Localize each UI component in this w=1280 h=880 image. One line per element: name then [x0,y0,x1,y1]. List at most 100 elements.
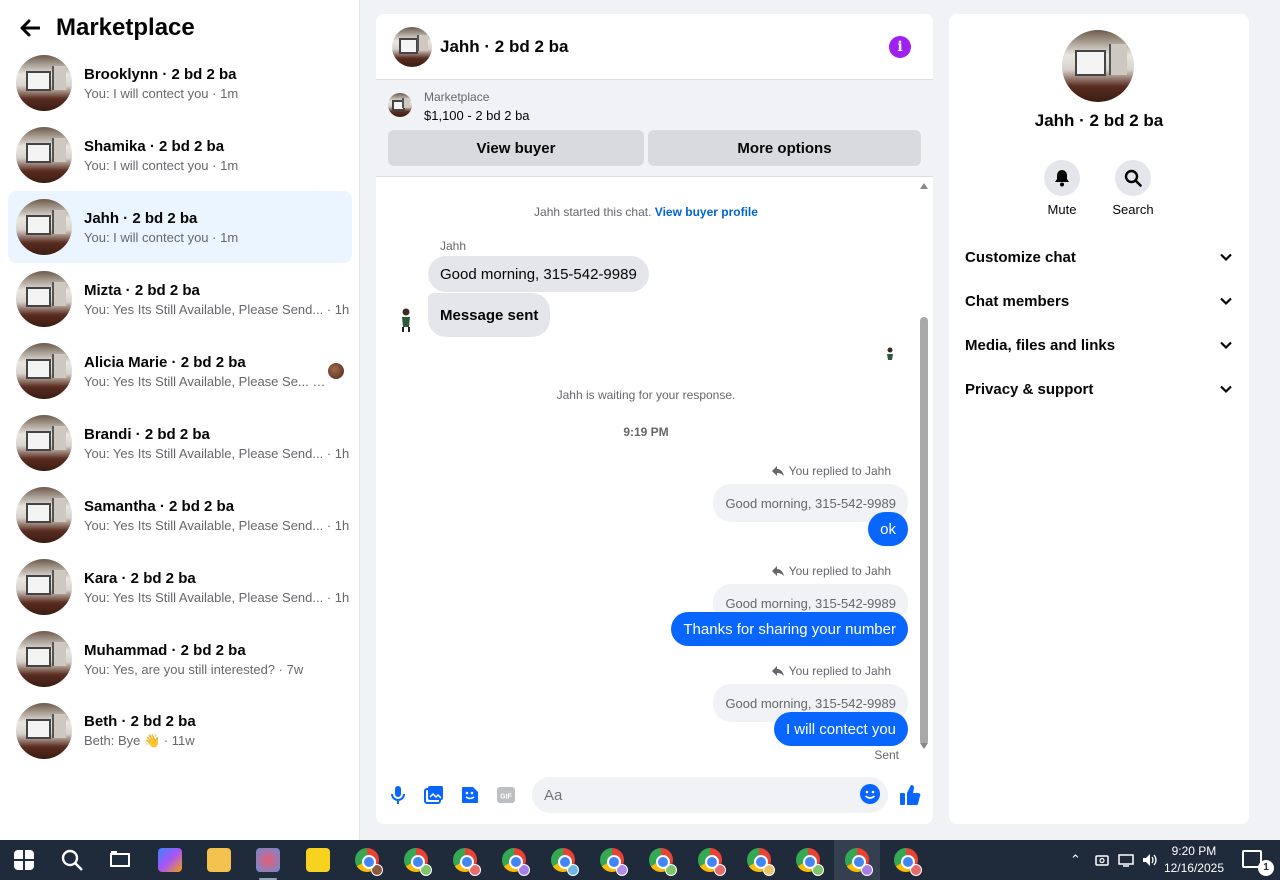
more-options-button[interactable]: More options [648,130,921,166]
listing-thumbnail [16,631,72,687]
conversation-sidebar: Marketplace Brooklynn · 2 bd 2 ba You: I … [0,0,360,840]
chat-started-text: Jahh started this chat. [534,205,652,219]
conversation-item[interactable]: Shamika · 2 bd 2 ba You: I will contect y… [8,119,352,191]
profile-badge [714,864,726,876]
section-title: Chat members [965,292,1070,310]
chevron-down-icon [1220,385,1232,394]
search-icon[interactable] [60,848,84,872]
incoming-message[interactable]: Good morning, 315-542-9989 [428,256,649,292]
back-arrow-icon[interactable] [20,17,42,39]
bell-icon[interactable] [1044,160,1080,196]
conversation-item[interactable]: Brooklynn · 2 bd 2 ba You: I will contect… [8,47,352,119]
chrome-profile-icon[interactable] [600,848,628,876]
search-icon[interactable] [1115,160,1151,196]
waiting-notice: Jahh is waiting for your response. [556,388,736,402]
chrome-profile-icon[interactable] [551,848,579,876]
outgoing-message[interactable]: I will contect you [773,712,908,746]
sender-name: Jahh [440,239,467,253]
incoming-message[interactable]: Message sent [428,293,551,337]
chat-details-panel: Jahh · 2 bd 2 ba Mute Search Customize c… [949,14,1249,824]
media-files-links-section[interactable]: Media, files and links [965,331,1233,359]
profile-badge [469,864,481,876]
task-view-icon[interactable] [108,848,132,872]
conversation-item[interactable]: Beth · 2 bd 2 ba Beth: Bye 👋 · 11w [8,695,352,767]
chat-members-section[interactable]: Chat members [965,287,1233,315]
outgoing-message[interactable]: Thanks for sharing your number [671,612,908,646]
profile-badge [861,864,873,876]
chrome-profile-icon[interactable] [747,848,775,876]
reply-icon [771,566,784,576]
profile-badge [665,864,677,876]
view-buyer-profile-link[interactable]: View buyer profile [655,205,758,219]
chat-avatar[interactable] [392,26,432,67]
conversation-item[interactable]: Alicia Marie · 2 bd 2 ba You: Yes Its Sti… [8,335,352,407]
chevron-up-icon[interactable]: ⌃ [1070,852,1081,868]
svg-text:GIF: GIF [500,794,512,801]
message-timestamp: 9:19 PM [623,425,669,439]
scroll-down-arrow[interactable] [920,743,928,749]
reply-icon [771,466,784,476]
chrome-profile-icon[interactable] [698,848,726,876]
conversation-item[interactable]: Brandi · 2 bd 2 ba You: Yes Its Still Ava… [8,407,352,479]
conversation-name: Shamika · 2 bd 2 ba [84,137,225,155]
sticker-icon[interactable] [459,784,481,806]
listing-thumbnail [16,127,72,183]
conversation-item[interactable]: Kara · 2 bd 2 ba You: Yes Its Still Avail… [8,551,352,623]
photo-icon[interactable] [423,784,445,806]
file-explorer-icon[interactable] [207,848,231,872]
chrome-profile-icon[interactable] [894,848,922,876]
chrome-profile-icon[interactable] [453,848,481,876]
profile-badge [812,864,824,876]
message-list[interactable]: Jahh started this chat. View buyer profi… [376,177,933,767]
chevron-down-icon [1220,253,1232,262]
outgoing-message[interactable]: ok [868,512,908,546]
conversation-item-active[interactable]: Jahh · 2 bd 2 ba You: I will contect you … [8,191,352,263]
conversation-name: Jahh · 2 bd 2 ba [84,209,198,227]
profile-badge [518,864,530,876]
profile-badge [371,864,383,876]
info-icon[interactable]: i [889,36,911,58]
microphone-icon[interactable] [387,784,409,806]
listing-thumbnail [16,271,72,327]
view-buyer-button[interactable]: View buyer [388,130,644,166]
thumbs-up-icon[interactable] [899,784,921,806]
customize-chat-section[interactable]: Customize chat [965,243,1233,271]
listing-thumbnail[interactable] [388,93,412,117]
network-icon[interactable] [1118,853,1134,867]
conversation-item[interactable]: Muhammad · 2 bd 2 ba You: Yes, are you st… [8,623,352,695]
camera-icon[interactable] [1095,853,1109,867]
conversation-item[interactable]: Mizta · 2 bd 2 ba You: Yes Its Still Avai… [8,263,352,335]
volume-icon[interactable] [1142,852,1158,868]
conversation-snippet: Beth: Bye 👋 · 11w [84,733,195,748]
conversation-snippet: You: Yes Its Still Available, Please Sen… [84,445,350,461]
chrome-profile-icon[interactable] [404,848,432,876]
conversation-name: Brooklynn · 2 bd 2 ba [84,65,237,83]
chrome-profile-icon[interactable] [502,848,530,876]
sticky-notes-icon[interactable] [306,848,330,872]
replied-label: You replied to Jahh [788,664,891,678]
chrome-profile-icon[interactable] [649,848,677,876]
chrome-profile-icon[interactable] [355,848,383,876]
scroll-up-arrow[interactable] [920,183,928,189]
scrollbar[interactable] [920,317,928,745]
contact-avatar[interactable] [1062,30,1134,102]
system-clock[interactable]: 9:20 PM 12/16/2025 [1164,843,1224,877]
chrome-profile-icon[interactable] [796,848,824,876]
listing-thumbnail [16,559,72,615]
message-input[interactable] [532,777,888,813]
snipping-tool-icon[interactable] [256,848,280,872]
emoji-icon[interactable] [860,784,880,804]
conversation-snippet: You: Yes Its Still Available, Please Se.… [84,373,328,389]
chat-title[interactable]: Jahh · 2 bd 2 ba [440,37,568,57]
privacy-support-section[interactable]: Privacy & support [965,375,1233,403]
chrome-profile-icon[interactable] [845,848,873,876]
windows-start-icon[interactable] [14,850,34,870]
conversation-item[interactable]: Samantha · 2 bd 2 ba You: Yes Its Still A… [8,479,352,551]
search-button[interactable]: Search [1103,160,1163,217]
conversation-name: Kara · 2 bd 2 ba [84,569,196,587]
copilot-icon[interactable] [158,848,182,872]
conversation-snippet: You: Yes Its Still Available, Please Sen… [84,301,350,317]
mute-button[interactable]: Mute [1032,160,1092,217]
sender-avatar-icon [402,308,410,332]
gif-icon[interactable]: GIF [495,784,517,806]
